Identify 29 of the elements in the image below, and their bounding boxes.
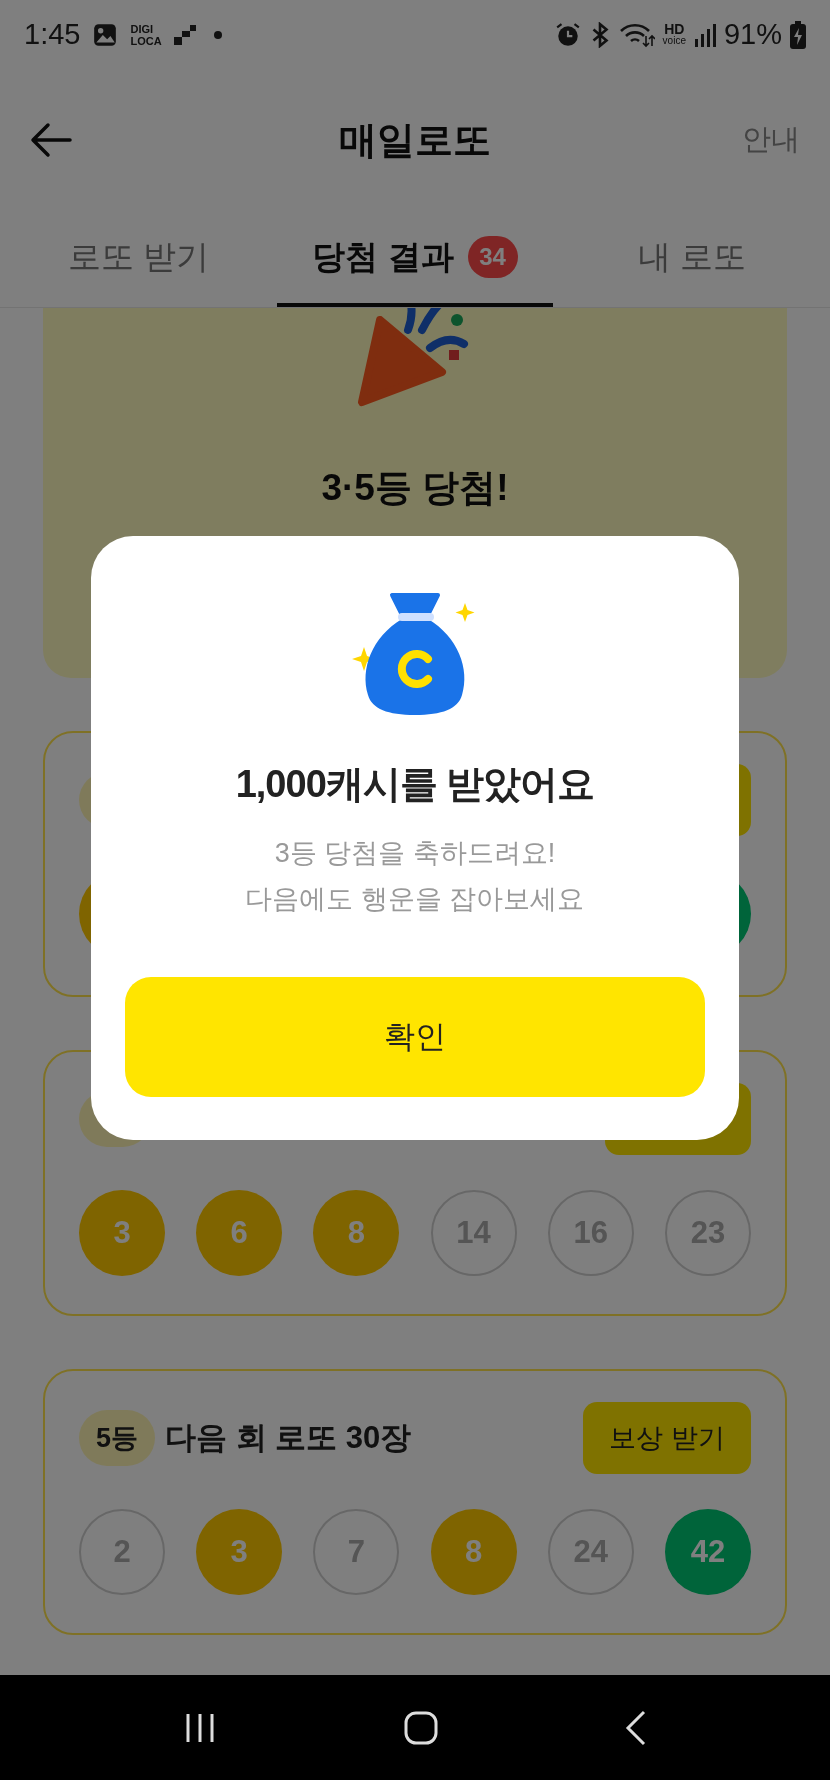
guide-link[interactable]: 안내 — [742, 118, 800, 162]
page-title: 매일로또 — [339, 117, 491, 163]
battery-icon — [790, 21, 806, 49]
notification-label: LOCA — [130, 35, 162, 47]
signal-icon — [693, 23, 716, 47]
alarm-icon — [554, 22, 581, 48]
voice-label: voice — [662, 35, 686, 46]
confirm-button[interactable]: 확인 — [125, 977, 705, 1097]
rank-label: 5등 — [79, 1410, 156, 1466]
hd-label: HD — [664, 24, 685, 35]
notification-label: DIGI — [130, 23, 155, 35]
image-icon — [92, 22, 119, 48]
reward-button[interactable]: 보상 받기 — [583, 1402, 751, 1474]
back-icon[interactable] — [623, 1709, 648, 1746]
home-icon[interactable] — [403, 1709, 439, 1746]
steps-icon — [173, 25, 198, 45]
dialog-title: 1,000캐시를 받았어요 — [235, 762, 595, 807]
dialog-message: 3등 당첨을 축하드려요! — [274, 837, 556, 870]
dot-icon — [213, 31, 222, 39]
count-badge: 34 — [467, 235, 518, 278]
battery-percent: 91% — [723, 17, 782, 53]
tab[interactable]: 로또 받기 — [0, 210, 277, 307]
prize-text: 다음 회 로또 30장 — [165, 1418, 412, 1457]
back-arrow-icon[interactable] — [30, 122, 72, 158]
status-time: 1:45 — [24, 17, 81, 53]
wifi-icon — [618, 22, 655, 48]
dialog-message: 다음에도 행운을 잡아보세요 — [245, 883, 585, 916]
banner-title: 3·5등 당첨! — [321, 466, 509, 510]
tab[interactable]: 내 로또 — [553, 210, 830, 307]
